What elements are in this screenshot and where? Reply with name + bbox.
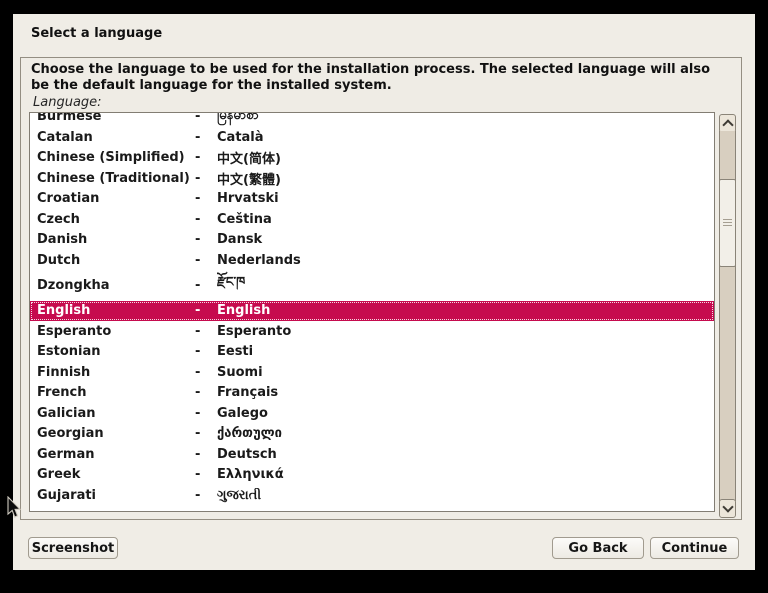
language-row[interactable]: Galician - Galego [30,403,714,424]
language-native-name: Dansk [217,232,714,247]
language-native-name: Hrvatski [217,191,714,206]
language-english-name: Finnish [37,365,195,380]
language-native-name: ქართული [217,426,714,441]
language-row[interactable]: Danish - Dansk [30,230,714,251]
language-english-name: Burmese [37,112,195,124]
language-english-name: Czech [37,212,195,227]
language-english-name: Georgian [37,426,195,441]
scrollbar-thumb[interactable] [719,179,736,267]
language-native-name: 中文(简体) [217,148,714,167]
language-english-name: Chinese (Traditional) [37,171,195,186]
language-list[interactable]: Burmese - မြန်မာစာ Catalan - Català Chin… [29,112,715,512]
language-separator: - [195,191,217,206]
language-native-name: Ελληνικά [217,467,714,482]
language-row[interactable]: Georgian - ქართული [30,424,714,445]
language-english-name: Dzongkha [37,278,195,293]
language-separator: - [195,426,217,441]
language-separator: - [195,278,217,293]
language-english-name: Estonian [37,344,195,359]
language-row[interactable]: Greek - Ελληνικά [30,465,714,486]
language-label: Language: [33,95,102,110]
language-separator: - [195,344,217,359]
language-separator: - [195,212,217,227]
language-row[interactable]: Estonian - Eesti [30,342,714,363]
language-english-name: English [37,303,195,318]
language-separator: - [195,130,217,145]
language-row[interactable]: Croatian - Hrvatski [30,189,714,210]
language-native-name: မြန်မာစာ [217,112,714,126]
language-row[interactable]: French - Français [30,383,714,404]
screenshot-button[interactable]: Screenshot [28,537,118,559]
language-english-name: Croatian [37,191,195,206]
language-separator: - [195,365,217,380]
language-english-name: French [37,385,195,400]
language-row[interactable]: Gujarati - ગુજરાતી [30,485,714,506]
language-native-name: Nederlands [217,253,714,268]
language-english-name: Esperanto [37,324,195,339]
installer-dialog: Select a language Choose the language to… [13,14,755,570]
language-native-name: 中文(繁體) [217,169,714,188]
instructions-text: Choose the language to be used for the i… [31,62,713,93]
language-native-name: Čeština [217,212,714,227]
installer-screen: { "window": { "title": "Select a languag… [0,0,768,593]
chevron-up-icon [722,119,733,130]
language-native-name: རྫོང་ཁ [217,267,714,304]
language-row[interactable]: Finnish - Suomi [30,362,714,383]
language-native-name: Français [217,385,714,400]
language-separator: - [195,232,217,247]
language-row[interactable]: Czech - Čeština [30,209,714,230]
language-separator: - [195,303,217,318]
language-native-name: Català [217,130,714,145]
mouse-cursor-icon [6,496,22,520]
language-separator: - [195,324,217,339]
language-separator: - [195,150,217,165]
language-english-name: Chinese (Simplified) [37,150,195,165]
language-separator: - [195,488,217,503]
language-separator: - [195,112,217,124]
language-row[interactable]: Chinese (Traditional) - 中文(繁體) [30,168,714,189]
language-english-name: Gujarati [37,488,195,503]
language-row[interactable]: Dzongkha - རྫོང་ཁ [30,271,714,301]
scrollbar-track[interactable] [719,131,736,501]
language-native-name: Eesti [217,344,714,359]
go-back-button[interactable]: Go Back [552,537,644,559]
language-separator: - [195,385,217,400]
content-frame: Choose the language to be used for the i… [20,57,742,520]
chevron-down-icon [722,501,733,512]
language-separator: - [195,406,217,421]
scrollbar[interactable] [719,114,736,518]
language-row[interactable]: Burmese - မြန်မာစာ [30,112,714,127]
language-english-name: Danish [37,232,195,247]
language-native-name: Deutsch [217,447,714,462]
language-native-name: Galego [217,406,714,421]
language-english-name: Dutch [37,253,195,268]
language-native-name: Suomi [217,365,714,380]
language-separator: - [195,253,217,268]
scroll-down-button[interactable] [719,499,736,518]
scrollbar-grip-icon [723,219,732,227]
language-english-name: Galician [37,406,195,421]
language-row[interactable]: English - English [30,301,714,322]
continue-button[interactable]: Continue [650,537,739,559]
language-native-name: English [217,303,714,318]
language-english-name: Catalan [37,130,195,145]
language-separator: - [195,171,217,186]
language-english-name: German [37,447,195,462]
language-row[interactable]: German - Deutsch [30,444,714,465]
language-english-name: Greek [37,467,195,482]
language-native-name: ગુજરાતી [217,488,714,503]
language-separator: - [195,467,217,482]
language-row[interactable]: Catalan - Català [30,127,714,148]
language-row[interactable]: Chinese (Simplified) - 中文(简体) [30,148,714,169]
language-native-name: Esperanto [217,324,714,339]
language-row[interactable]: Esperanto - Esperanto [30,321,714,342]
language-separator: - [195,447,217,462]
page-title: Select a language [31,26,162,41]
